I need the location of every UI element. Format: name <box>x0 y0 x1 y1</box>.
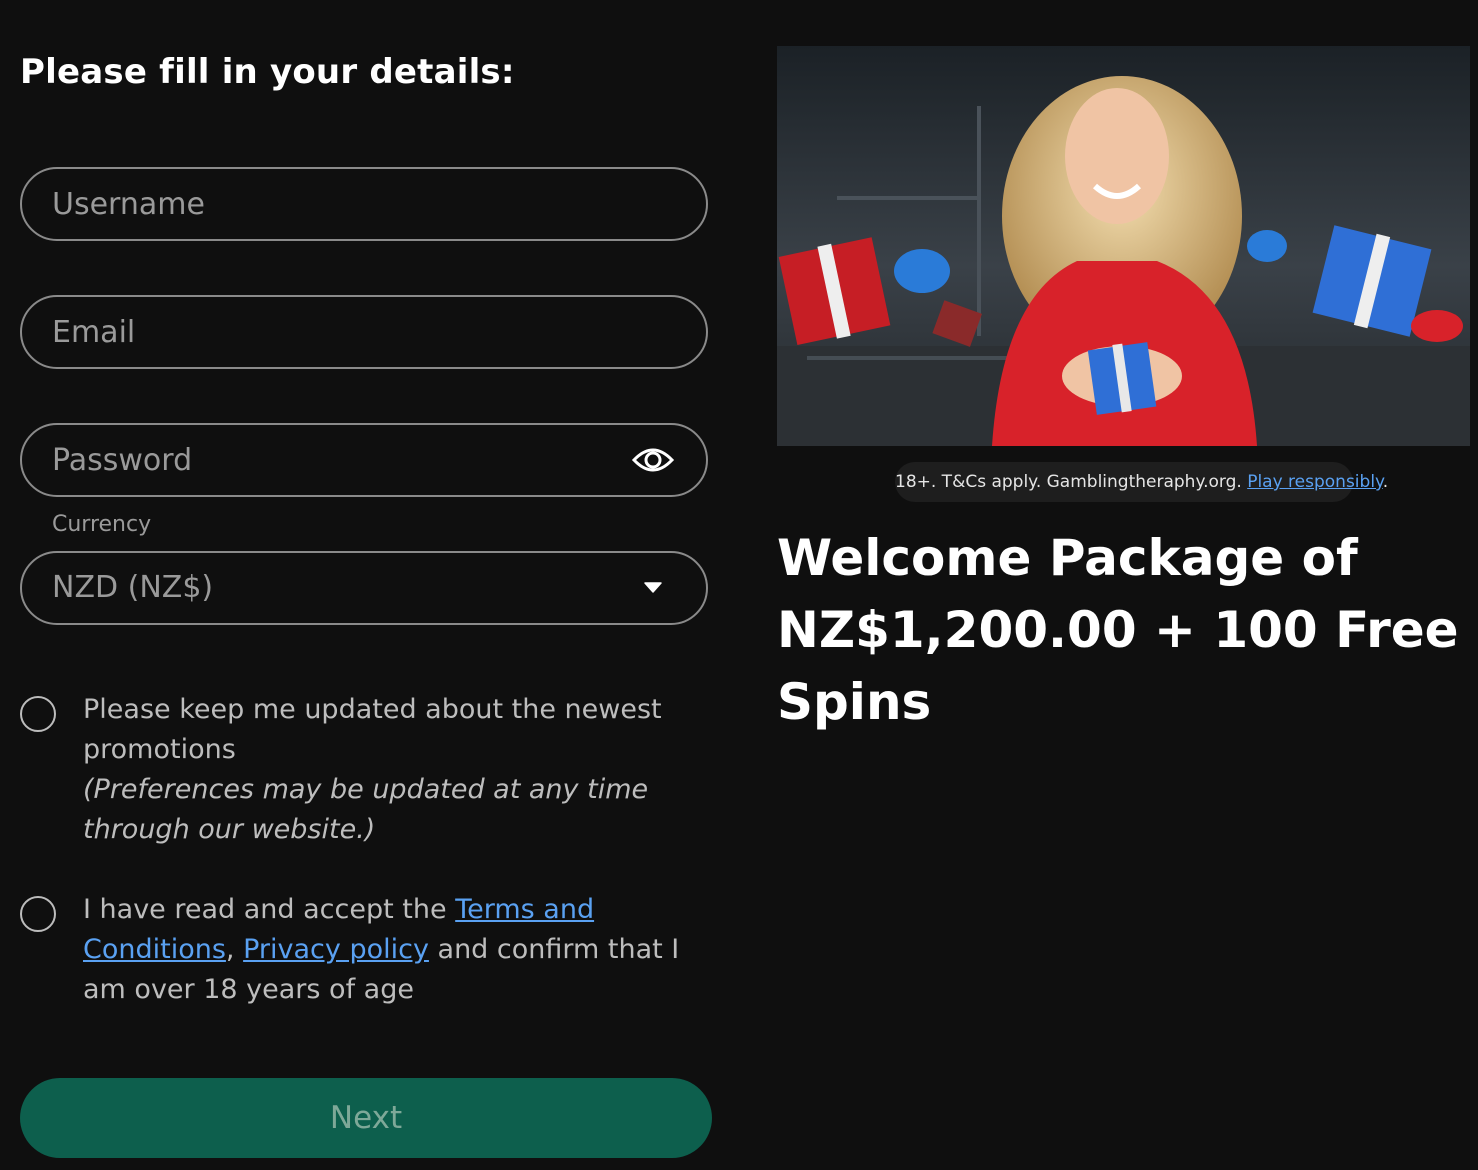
promo-title-line1: Welcome Package of <box>777 529 1358 587</box>
terms-text: I have read and accept the Terms and Con… <box>83 890 723 1010</box>
currency-selected-value: NZD (NZ$) <box>52 570 214 605</box>
promotions-text: Please keep me updated about the newest … <box>83 690 723 850</box>
terms-checkbox[interactable] <box>20 896 56 932</box>
username-input[interactable] <box>52 169 612 239</box>
promo-title-line2: NZ$1,200.00 + 100 Free Spins <box>777 601 1459 731</box>
currency-select[interactable]: NZD (NZ$) <box>20 551 708 625</box>
next-button[interactable]: Next <box>20 1078 712 1158</box>
promo-title: Welcome Package of NZ$1,200.00 + 100 Fre… <box>777 522 1467 738</box>
password-input[interactable] <box>52 425 612 495</box>
email-field[interactable] <box>20 295 708 369</box>
promo-image <box>777 46 1470 446</box>
caret-down-icon <box>644 582 662 593</box>
eye-icon[interactable] <box>632 444 674 476</box>
username-field[interactable] <box>20 167 708 241</box>
password-field[interactable] <box>20 423 708 497</box>
responsible-gambling-disclaimer: 18+. T&Cs apply. Gamblingtheraphy.org. P… <box>895 462 1388 502</box>
promotions-note: (Preferences may be updated at any time … <box>83 774 649 845</box>
privacy-link[interactable]: Privacy policy <box>243 934 429 965</box>
terms-prefix: I have read and accept the <box>83 894 456 925</box>
promotions-label: Please keep me updated about the newest … <box>83 694 662 765</box>
terms-acceptance: I have read and accept the Terms and Con… <box>20 894 720 1016</box>
promotions-opt-in: Please keep me updated about the newest … <box>20 694 720 856</box>
disclaimer-text: 18+. T&Cs apply. Gamblingtheraphy.org. <box>895 472 1248 492</box>
play-responsibly-link[interactable]: Play responsibly <box>1247 472 1383 492</box>
registration-page: Please fill in your details: Currency NZ… <box>0 0 1478 1170</box>
currency-label: Currency <box>52 512 152 537</box>
promotions-checkbox[interactable] <box>20 696 56 732</box>
form-heading: Please fill in your details: <box>20 52 515 92</box>
terms-separator: , <box>225 934 235 965</box>
disclaimer-end: . <box>1382 472 1389 492</box>
email-input[interactable] <box>52 297 612 367</box>
